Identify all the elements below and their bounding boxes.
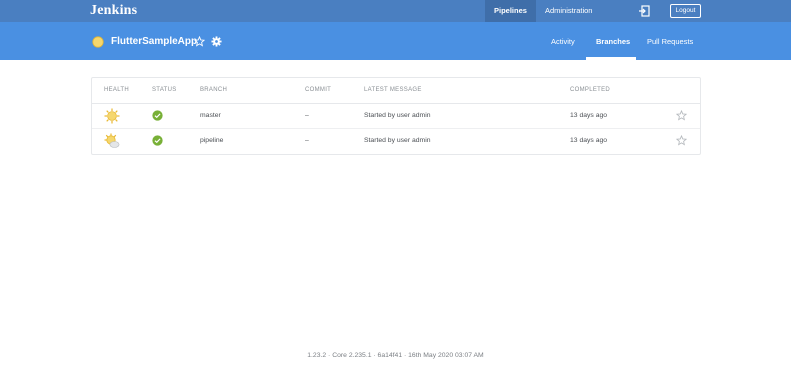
top-nav: Pipelines Administration <box>485 0 601 22</box>
jenkins-logo[interactable]: Jenkins <box>90 3 137 19</box>
tab-pull-requests[interactable]: Pull Requests <box>647 22 693 60</box>
favorite-star-icon[interactable] <box>676 110 687 121</box>
table-row[interactable]: master – Started by user admin 13 days a… <box>92 104 700 129</box>
column-latest-message: LATEST MESSAGE <box>364 87 422 93</box>
logout-button[interactable]: Logout <box>670 4 701 18</box>
success-icon <box>152 110 163 121</box>
column-branch: BRANCH <box>200 87 228 93</box>
table-row[interactable]: pipeline – Started by user admin 13 days… <box>92 129 700 154</box>
latest-message: Started by user admin <box>364 137 431 144</box>
commit-id: – <box>305 112 309 119</box>
active-tab-indicator <box>586 57 636 60</box>
column-status: STATUS <box>152 87 177 93</box>
tab-activity[interactable]: Activity <box>551 22 575 60</box>
column-commit: COMMIT <box>305 87 332 93</box>
table-header: HEALTH STATUS BRANCH COMMIT LATEST MESSA… <box>92 78 700 104</box>
partly-sunny-icon <box>104 133 120 148</box>
branch-name: master <box>200 112 221 119</box>
column-completed: COMPLETED <box>570 87 611 93</box>
commit-id: – <box>305 137 309 144</box>
column-health: HEALTH <box>104 87 130 93</box>
completed-time: 13 days ago <box>570 112 608 119</box>
sunny-icon <box>104 108 120 124</box>
version-footer: 1.23.2 · Core 2.235.1 · 6a14f41 · 16th M… <box>307 352 484 359</box>
nav-pipelines[interactable]: Pipelines <box>485 0 536 22</box>
nav-administration[interactable]: Administration <box>536 0 602 22</box>
branch-name: pipeline <box>200 137 224 144</box>
success-icon <box>152 135 163 146</box>
sign-in-icon[interactable] <box>638 5 650 17</box>
pipeline-tabs: Activity Branches Pull Requests <box>0 22 791 60</box>
tab-branches[interactable]: Branches <box>596 22 630 60</box>
latest-message: Started by user admin <box>364 112 431 119</box>
favorite-star-icon[interactable] <box>676 135 687 146</box>
branches-table: HEALTH STATUS BRANCH COMMIT LATEST MESSA… <box>91 77 701 155</box>
completed-time: 13 days ago <box>570 137 608 144</box>
